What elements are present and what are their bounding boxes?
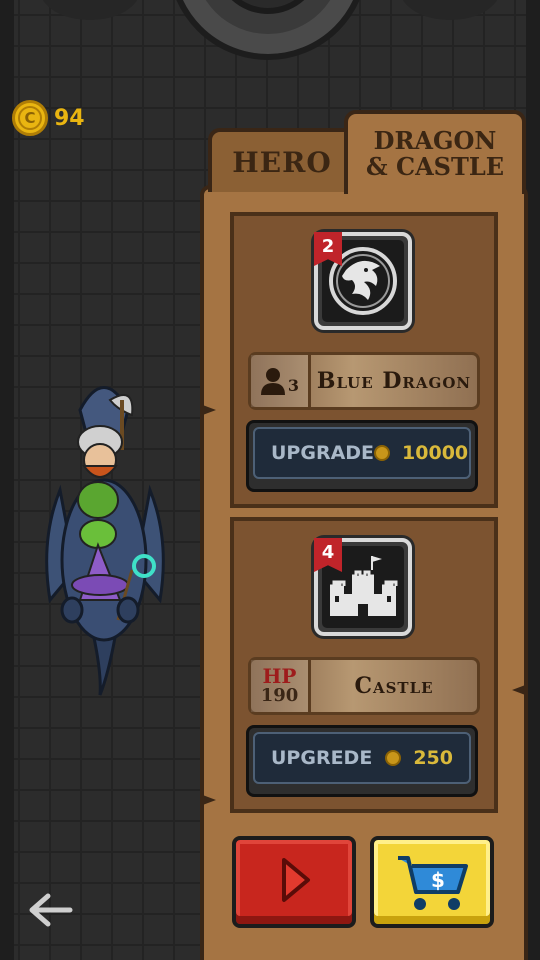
castle-upgrade-button[interactable]: UPGREDE 250 [246,725,478,797]
shop-button[interactable]: $ [370,836,494,928]
castle-icon-box[interactable]: 4 [314,538,412,636]
tab-dragon-castle[interactable]: DRAGON & CASTLE [344,110,526,194]
tab-join [348,186,522,194]
rider-count: 3 [251,355,311,407]
upgrade-cost: 10000 [402,442,469,464]
rider-count-value: 3 [287,375,300,395]
shopping-cart-icon: $ [398,856,468,910]
castle-name: Castle [354,673,434,699]
person-icon [260,368,285,395]
dragon-name-bar: 3 Blue Dragon [248,352,480,410]
dragon-icon-box[interactable]: 2 [314,232,412,330]
hp-label: HP [262,664,297,688]
top-dial [168,0,368,60]
coin-icon: C [12,100,48,136]
coin-count: 94 [54,105,85,131]
castle-name-bar: HP 190 Castle [248,657,480,715]
upgrade-label: UPGREDE [271,747,373,769]
tab-hero[interactable]: HERO [208,128,356,192]
back-arrow-icon[interactable] [28,890,76,930]
character-stack [45,386,165,696]
tab-dragon-castle-line2: & CASTLE [365,152,505,181]
play-button[interactable] [232,836,356,928]
tab-dragon-castle-line1: DRAGON [373,126,497,155]
right-edge [526,0,540,960]
upgrade-cost: 250 [413,747,453,769]
dragon-name: Blue Dragon [316,368,472,394]
coin-icon [385,750,402,766]
dragon-upgrade-button[interactable]: UPGRADE 10000 [246,420,478,492]
top-decoration-right [400,0,500,20]
hp-value: 190 [260,685,299,706]
left-edge [0,0,14,960]
coin-icon [374,445,391,461]
coin-counter: C 94 [12,100,85,136]
shop-symbol: $ [431,868,445,892]
top-decoration-left [40,0,140,20]
castle-hp: HP 190 [251,660,311,712]
play-icon [282,858,310,902]
upgrade-label: UPGRADE [271,442,375,464]
